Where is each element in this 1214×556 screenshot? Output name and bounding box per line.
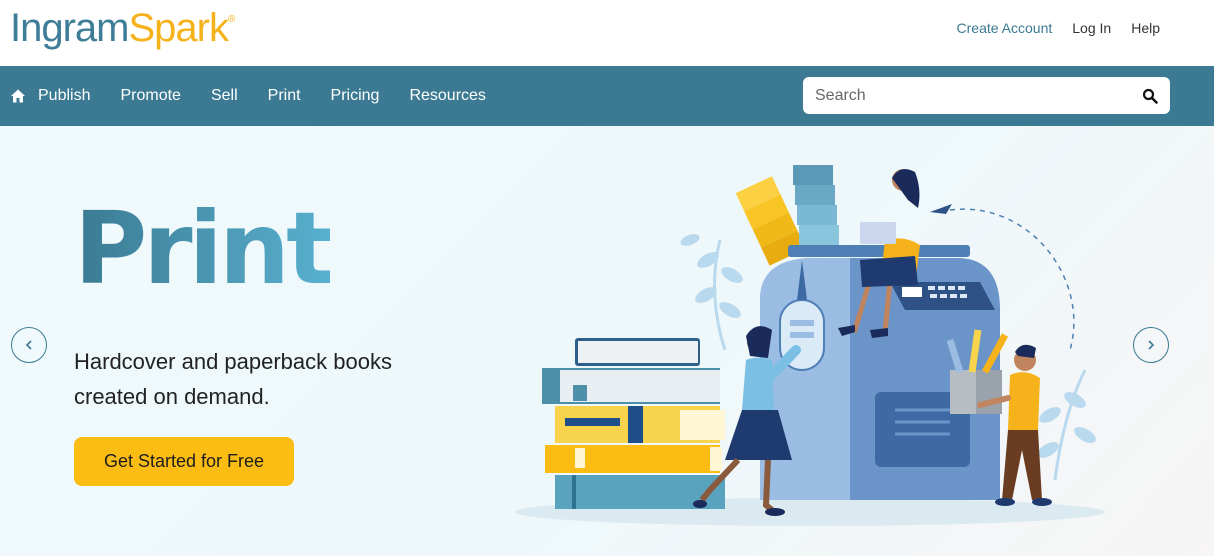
chevron-right-icon	[1148, 340, 1155, 350]
print-illustration	[515, 165, 1105, 526]
search-icon[interactable]	[1142, 88, 1158, 104]
color-swatch-blue	[793, 165, 839, 245]
hero-title: Print	[74, 190, 334, 307]
logo-part-2: Spark	[128, 6, 229, 50]
plant-right-decoration	[1037, 369, 1096, 481]
nav-item-pricing[interactable]: Pricing	[331, 66, 380, 126]
hero-subtitle: Hardcover and paperback books created on…	[74, 349, 392, 409]
chevron-left-icon	[25, 340, 32, 350]
carousel-prev-button[interactable]	[11, 327, 47, 363]
book-stack	[542, 338, 725, 509]
nav-item-sell[interactable]: Sell	[211, 66, 238, 126]
nav-item-publish[interactable]: Publish	[38, 66, 90, 126]
search-input[interactable]	[803, 77, 1142, 114]
nav-item-print[interactable]: Print	[268, 66, 301, 126]
help-link[interactable]: Help	[1131, 20, 1160, 36]
plant-left-decoration	[680, 234, 743, 351]
logo-part-1: Ingram	[10, 6, 129, 50]
search-box	[803, 77, 1170, 114]
top-bar: IngramSpark® Create Account Log In Help	[0, 0, 1214, 66]
logo-registered-mark: ®	[228, 14, 235, 25]
nav-item-resources[interactable]: Resources	[409, 66, 485, 126]
create-account-link[interactable]: Create Account	[957, 20, 1053, 36]
hero-banner: Print Hardcover and paperback books crea…	[0, 126, 1214, 556]
top-links: Create Account Log In Help	[957, 20, 1160, 36]
get-started-button[interactable]: Get Started for Free	[74, 437, 294, 486]
main-nav: Publish Promote Sell Print Pricing Resou…	[0, 66, 1214, 126]
paper-plane-icon	[930, 204, 952, 214]
printer-top	[788, 245, 970, 257]
nav-item-promote[interactable]: Promote	[120, 66, 180, 126]
logo[interactable]: IngramSpark®	[10, 6, 235, 51]
home-icon[interactable]	[10, 88, 26, 104]
carousel-next-button[interactable]	[1133, 327, 1169, 363]
login-link[interactable]: Log In	[1072, 20, 1111, 36]
